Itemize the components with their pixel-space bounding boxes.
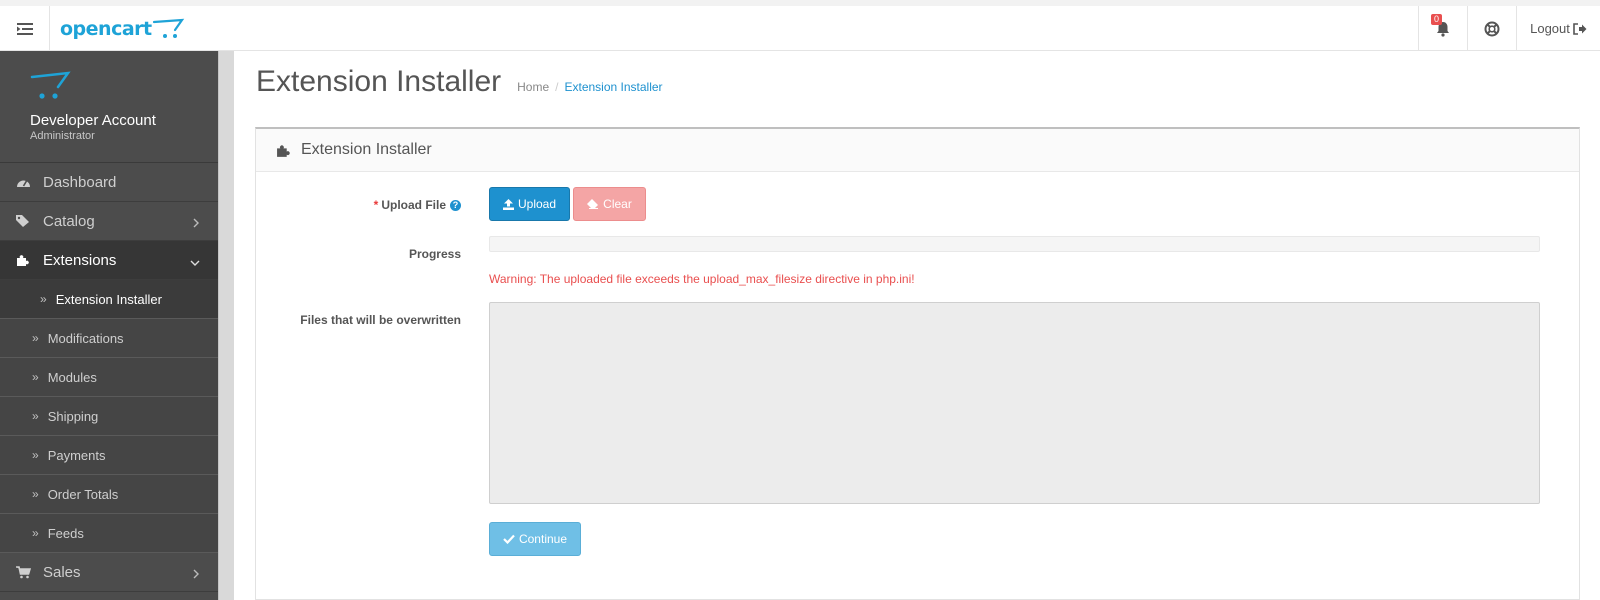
sidebar-subitem-modifications[interactable]: » Modifications <box>0 319 218 358</box>
sidebar-subitem-feeds[interactable]: » Feeds <box>0 514 218 553</box>
sidebar-subitem-label: Order Totals <box>47 486 119 502</box>
dashboard-icon <box>15 176 31 188</box>
sidebar-subitem-label: Shipping <box>47 408 99 424</box>
upload-file-label-text: Upload File <box>381 198 446 212</box>
sidebar-item-label: Catalog <box>43 212 95 230</box>
progress-label: Progress <box>408 247 461 261</box>
menu-indent-icon <box>16 22 33 35</box>
logout-label: Logout <box>1530 21 1570 36</box>
menu-toggle-button[interactable] <box>0 6 50 51</box>
chevron-right-icon <box>193 566 200 583</box>
sidebar-subitem-order-totals[interactable]: » Order Totals <box>0 475 218 514</box>
profile-cart-icon <box>30 71 71 99</box>
opencart-logo[interactable]: opencart <box>60 15 186 43</box>
main-content: Extension Installer Home / Extension Ins… <box>236 51 1600 600</box>
notification-badge: 0 <box>1431 14 1443 25</box>
notifications-button[interactable]: 0 <box>1418 6 1467 51</box>
sidebar-item-sales[interactable]: Sales <box>0 553 218 592</box>
double-chevron-right-icon: » <box>32 370 39 384</box>
overwritten-files-textarea[interactable] <box>489 302 1540 504</box>
required-asterisk: * <box>373 198 379 212</box>
user-profile[interactable]: Developer Account Administrator <box>0 51 218 163</box>
sidebar-subitem-label: Extension Installer <box>55 291 162 307</box>
sidebar-subitem-modules[interactable]: » Modules <box>0 358 218 397</box>
help-question-icon[interactable]: ? <box>450 200 461 211</box>
sidebar-item-dashboard[interactable]: Dashboard <box>0 163 218 202</box>
sidebar-item-label: Dashboard <box>43 173 117 191</box>
panel-heading: Extension Installer <box>256 129 1579 172</box>
cart-logo-icon <box>152 18 184 38</box>
double-chevron-right-icon: » <box>32 487 39 501</box>
panel-title: Extension Installer <box>301 141 432 158</box>
life-ring-icon <box>1484 21 1500 36</box>
upload-icon <box>502 198 514 210</box>
puzzle-icon <box>15 253 31 267</box>
sidebar-subitem-shipping[interactable]: » Shipping <box>0 397 218 436</box>
chevron-right-icon <box>193 215 200 232</box>
clear-button-label: Clear <box>603 197 632 211</box>
clear-button[interactable]: Clear <box>573 187 646 221</box>
progress-bar <box>489 236 1540 252</box>
upload-button-label: Upload <box>517 197 557 211</box>
page-title: Extension Installer <box>256 65 502 98</box>
sidebar-subitem-extension-installer[interactable]: » Extension Installer <box>0 280 218 319</box>
sidebar-subitem-label: Payments <box>47 447 106 463</box>
upload-warning-message: Warning: The uploaded file exceeds the u… <box>489 272 915 286</box>
sidebar-scrollbar[interactable] <box>218 51 234 600</box>
tags-icon <box>15 214 31 228</box>
upload-file-label: * Upload File? <box>256 198 461 212</box>
sidebar-item-catalog[interactable]: Catalog <box>0 202 218 241</box>
double-chevron-right-icon: » <box>40 292 47 306</box>
sign-out-icon <box>1573 22 1587 35</box>
chevron-down-icon <box>190 254 200 271</box>
sidebar-item-label: Extensions <box>43 251 117 269</box>
installer-panel: Extension Installer * Upload File? Upload… <box>255 127 1580 600</box>
shopping-cart-icon <box>15 565 31 579</box>
double-chevron-right-icon: » <box>32 409 39 423</box>
sidebar-subitem-label: Modifications <box>47 330 124 346</box>
sidebar-subitem-payments[interactable]: » Payments <box>0 436 218 475</box>
profile-name: Developer Account <box>30 112 156 129</box>
top-header: opencart 0 Logout <box>0 0 1600 51</box>
logo-text: opencart <box>60 18 152 40</box>
double-chevron-right-icon: » <box>32 448 39 462</box>
continue-button-label: Continue <box>518 532 568 546</box>
breadcrumb: Home / Extension Installer <box>517 80 662 94</box>
page-header: Extension Installer Home / Extension Ins… <box>256 65 663 99</box>
check-icon <box>503 534 515 544</box>
breadcrumb-home-link[interactable]: Home <box>517 80 549 94</box>
profile-role: Administrator <box>30 130 95 142</box>
puzzle-icon <box>277 144 290 157</box>
sidebar-subitem-label: Feeds <box>47 525 84 541</box>
double-chevron-right-icon: » <box>32 526 39 540</box>
sidebar: Developer Account Administrator Dashboar… <box>0 51 218 600</box>
logout-button[interactable]: Logout <box>1516 6 1600 51</box>
eraser-icon <box>587 199 599 209</box>
sidebar-item-extensions[interactable]: Extensions <box>0 241 218 280</box>
continue-button[interactable]: Continue <box>489 522 581 556</box>
sidebar-subitem-label: Modules <box>47 369 97 385</box>
upload-button[interactable]: Upload <box>489 187 570 221</box>
double-chevron-right-icon: » <box>32 331 39 345</box>
help-button[interactable] <box>1467 6 1516 51</box>
breadcrumb-separator: / <box>555 80 559 94</box>
overwritten-files-label: Files that will be overwritten <box>300 313 461 327</box>
breadcrumb-current-link[interactable]: Extension Installer <box>565 80 663 94</box>
sidebar-item-label: Sales <box>43 563 81 581</box>
